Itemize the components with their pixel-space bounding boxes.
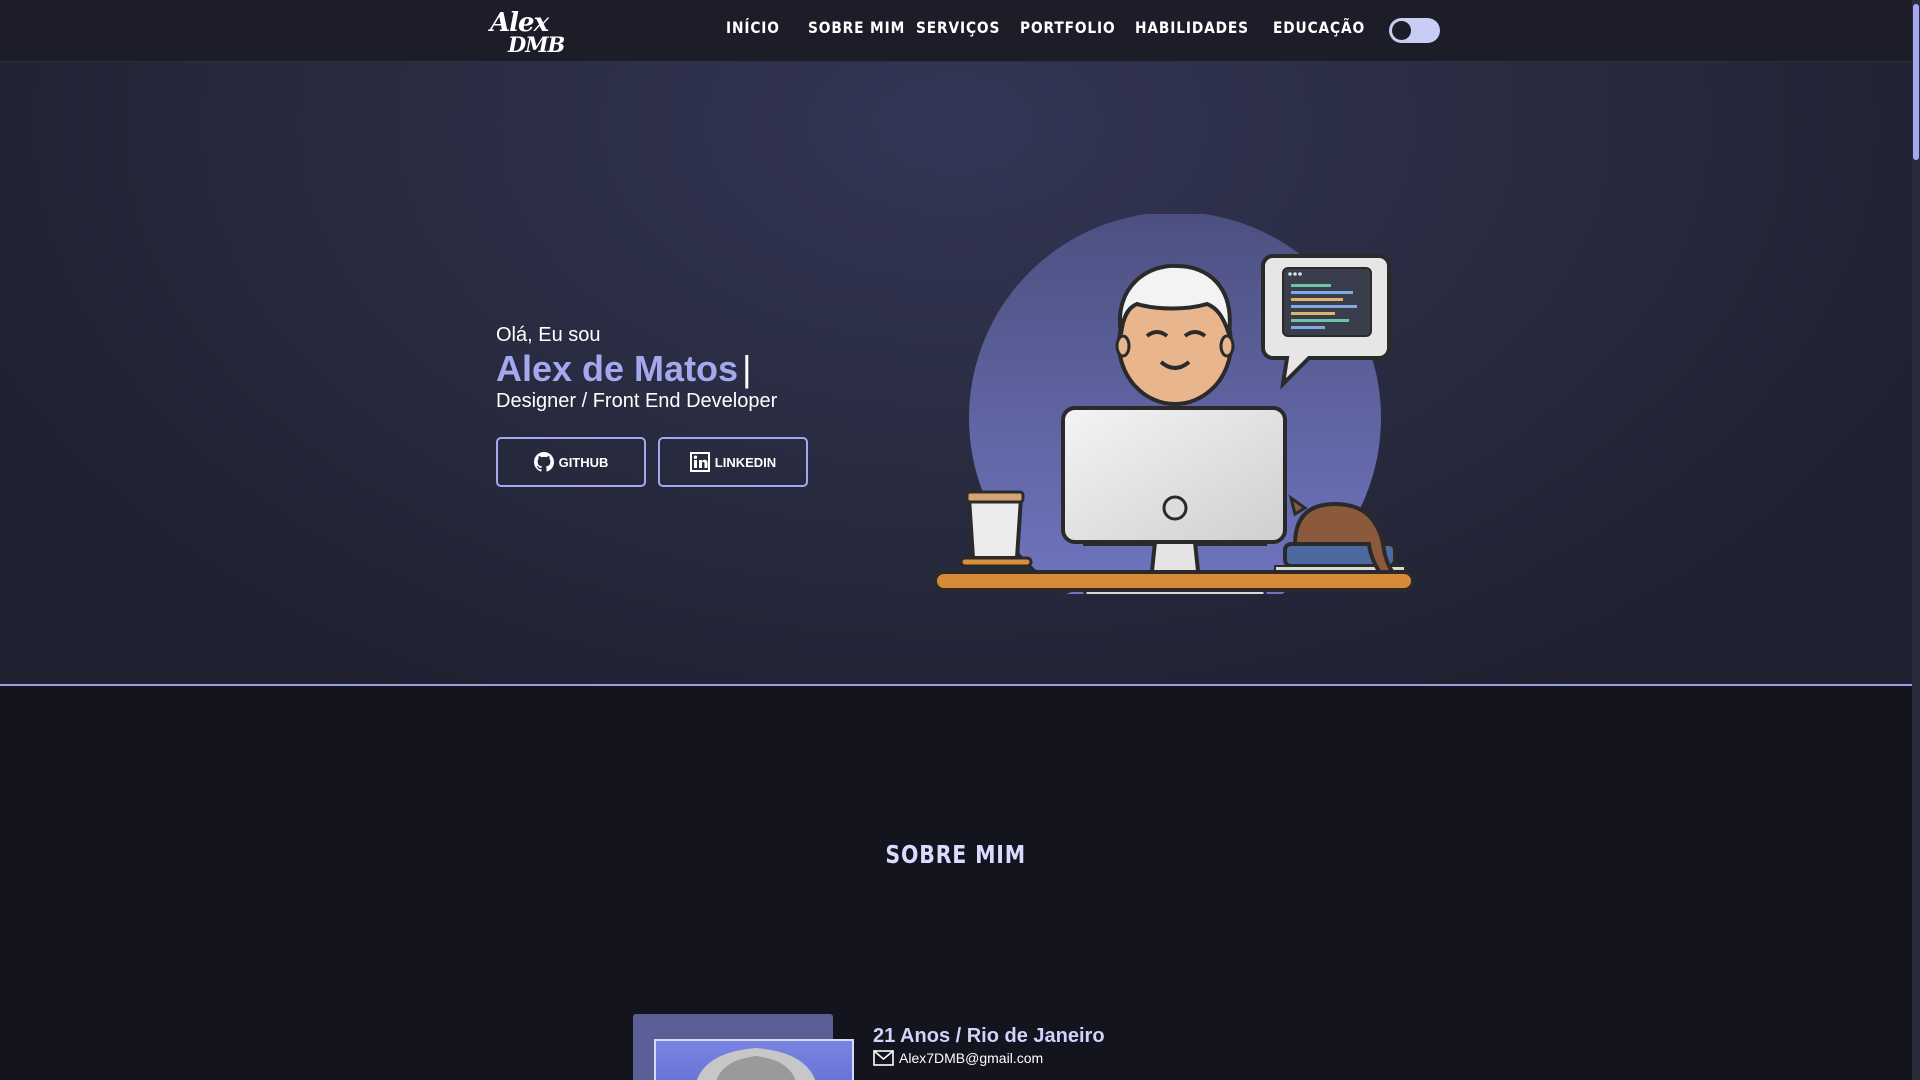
github-icon [533,452,554,472]
github-button[interactable]: GITHUB [496,437,646,487]
hero-role: Designer / Front End Developer [496,390,778,412]
email-row[interactable]: Alex7DMB@gmail.com [873,1050,1043,1066]
main-nav: INÍCIO SOBRE MIM SERVIÇOS PORTFOLIO HABI… [726,18,1383,44]
theme-toggle-knob [1392,21,1411,40]
site-header: Alex DMB INÍCIO SOBRE MIM SERVIÇOS PORTF… [0,0,1912,62]
logo[interactable]: Alex DMB [488,6,565,57]
email-text: Alex7DMB@gmail.com [899,1050,1044,1066]
about-title-text: SOBRE MIM [885,840,1027,869]
hero-greeting: Olá, Eu sou [496,324,601,346]
age-location: 21 Anos / Rio de Janeiro [873,1025,1105,1047]
nav-habilidades[interactable]: HABILIDADES [1135,18,1248,44]
typing-cursor: | [742,348,752,389]
linkedin-icon [689,452,710,472]
nav-portfolio[interactable]: PORTFOLIO [1020,18,1115,44]
nav-sobre-mim[interactable]: SOBRE MIM [808,18,904,44]
page-scrollbar[interactable] [1912,0,1920,1080]
profile-photo-image [696,1048,816,1080]
linkedin-button[interactable]: LINKEDIN [658,437,808,487]
nav-inicio[interactable]: INÍCIO [726,18,783,44]
scrollbar-thumb[interactable] [1913,4,1919,160]
mail-icon [873,1050,894,1066]
linkedin-label: LINKEDIN [714,454,777,470]
github-label: GITHUB [558,454,609,470]
hero-name-text: Alex de Matos [496,348,739,389]
about-title: SOBRE MIM [0,840,1912,869]
logo-line2: DMB [508,32,565,57]
nav-educacao[interactable]: EDUCAÇÃO [1273,18,1368,44]
developer-illustration [935,214,1415,594]
nav-servicos[interactable]: SERVIÇOS [916,18,999,44]
hero-name: Alex de Matos | [496,348,751,390]
theme-toggle[interactable] [1389,18,1440,43]
profile-photo [654,1039,854,1080]
hero-section: Olá, Eu sou Alex de Matos | Designer / Fr… [0,62,1912,686]
